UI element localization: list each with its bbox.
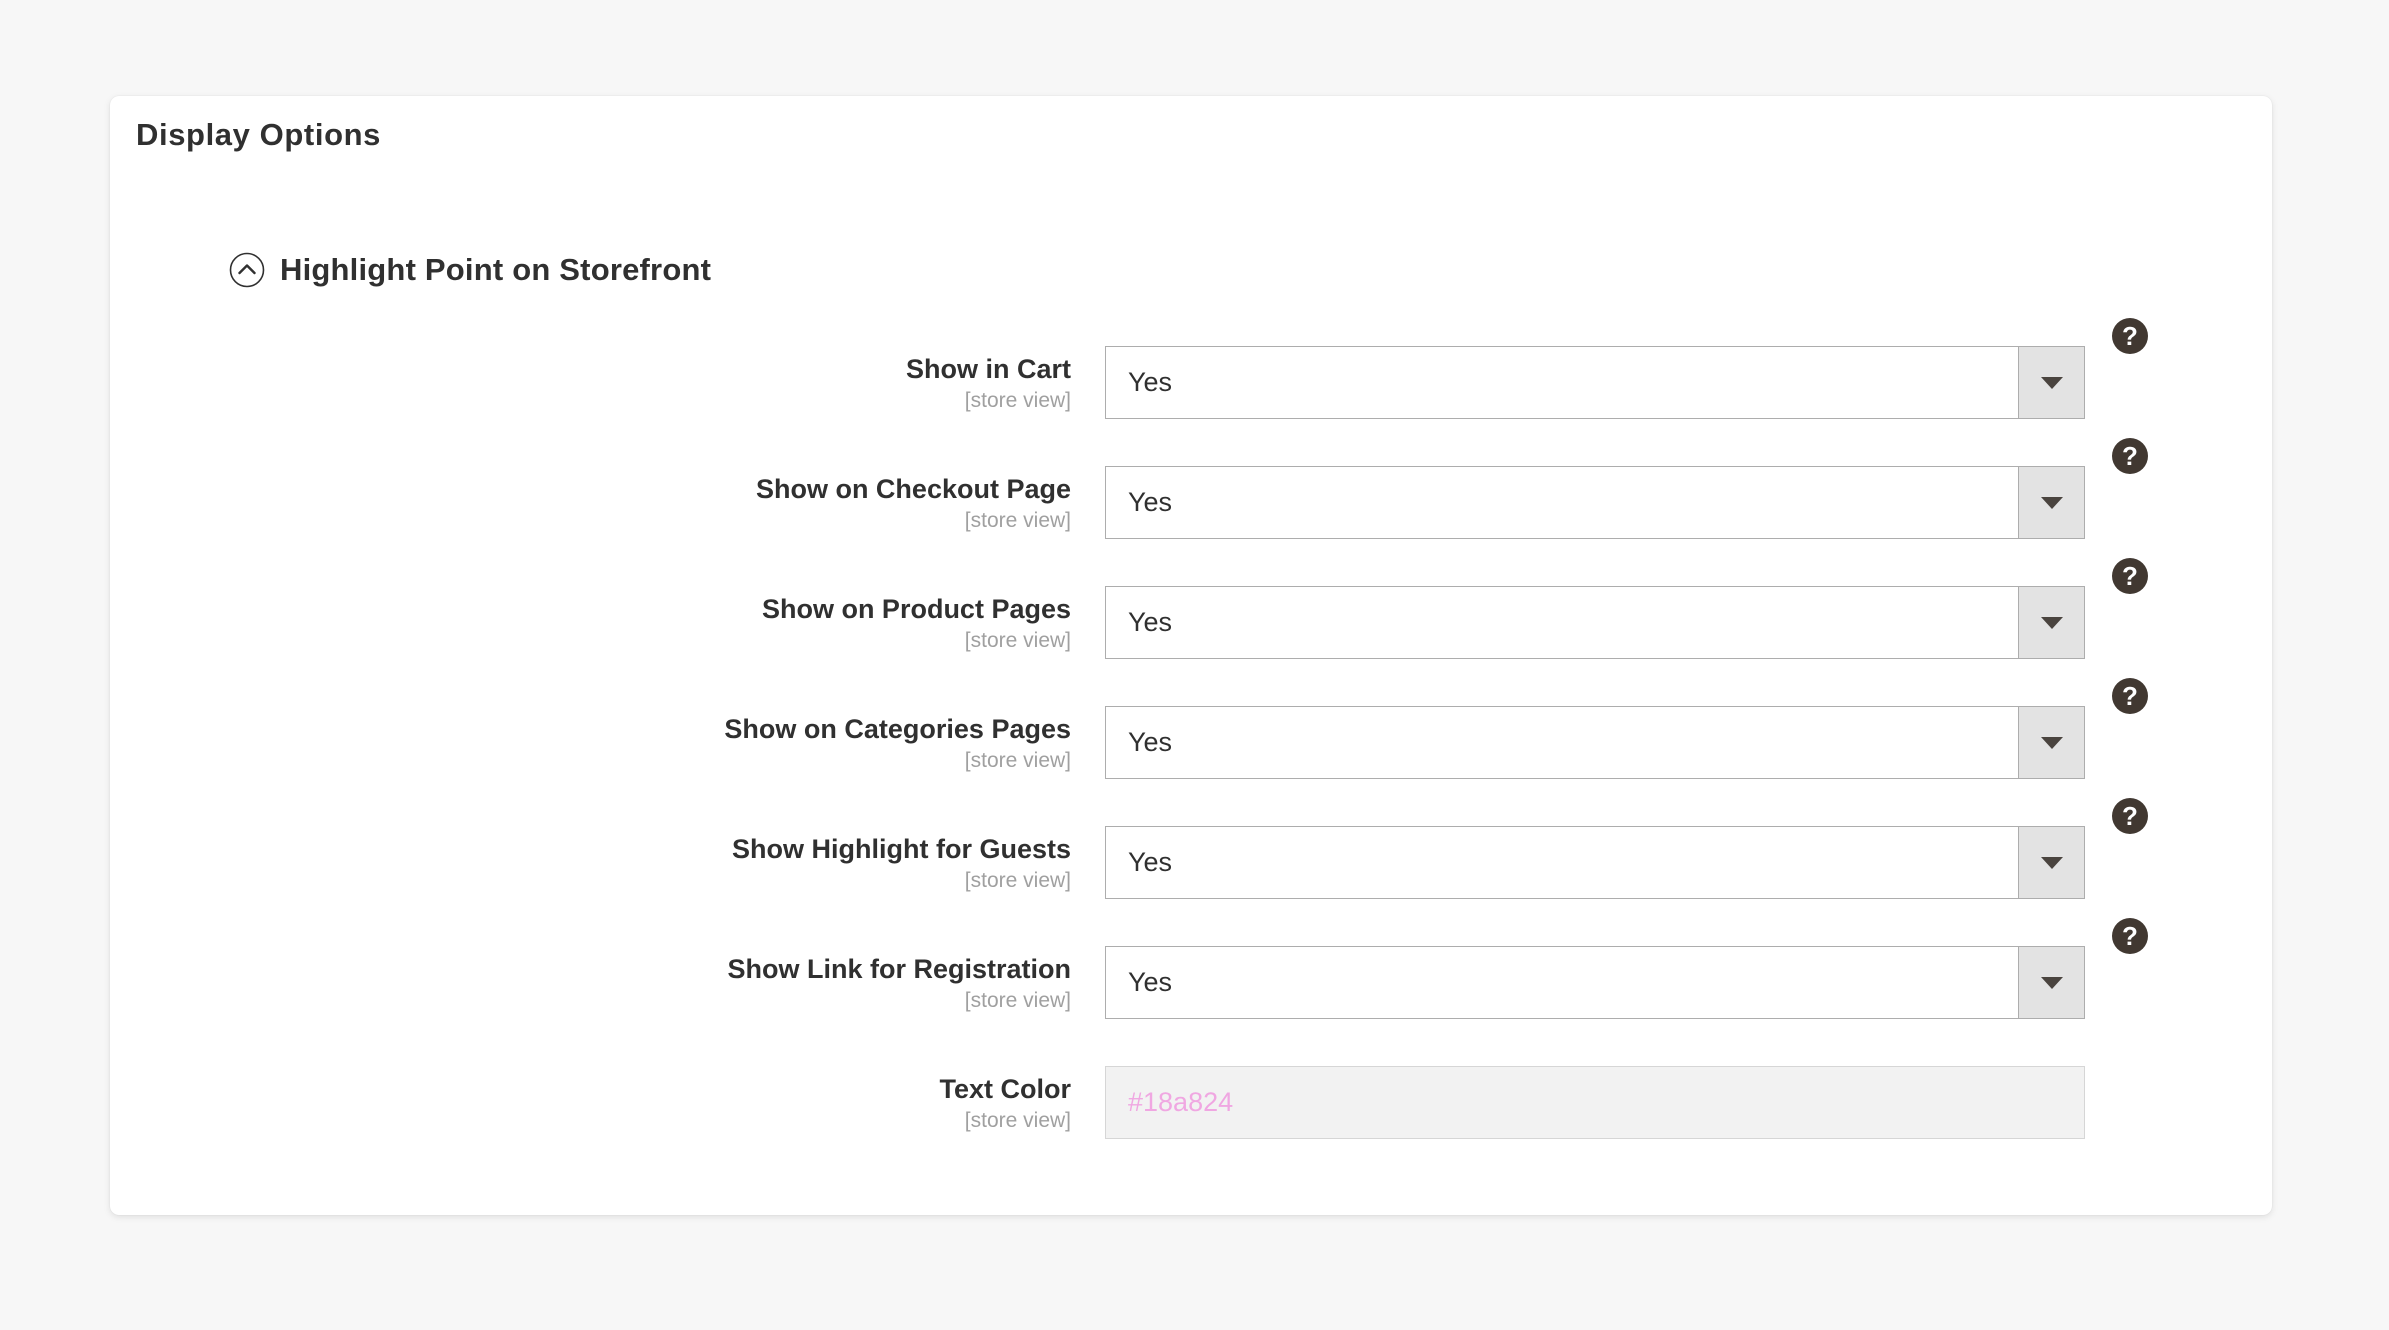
field-label-show-link-for-registration: Show Link for Registration [store view] — [510, 946, 1071, 1013]
config-page: Display Options Highlight Point on Store… — [0, 0, 2389, 1330]
field-scope-text: [store view] — [964, 749, 1071, 773]
select-show-in-cart[interactable]: Yes — [1105, 346, 2085, 419]
field-label-show-on-categories-pages: Show on Categories Pages [store view] — [510, 706, 1071, 773]
select-value: Yes — [1128, 607, 1173, 637]
field-label-show-highlight-for-guests: Show Highlight for Guests [store view] — [510, 826, 1071, 893]
field-label-text: Show Highlight for Guests — [732, 834, 1071, 864]
field-label-text: Show on Product Pages — [761, 594, 1071, 624]
caret-glyph — [2040, 616, 2063, 629]
field-scope-text: [store view] — [964, 509, 1071, 533]
chevron-up-circle-icon[interactable] — [228, 251, 266, 289]
help-icon-glyph: ? — [2122, 320, 2138, 351]
select-show-on-categories-pages[interactable]: Yes — [1105, 706, 2085, 779]
field-row-show-on-categories-pages: ? Show on Categories Pages [store view] … — [110, 678, 2272, 785]
field-label-text: Text Color — [939, 1074, 1071, 1104]
field-control-show-on-checkout-page: Yes — [1105, 466, 2085, 539]
field-control-show-link-for-registration: Yes — [1105, 946, 2085, 1019]
help-icon-show-on-product-pages[interactable]: ? — [2112, 558, 2148, 594]
field-label-text: Show Link for Registration — [727, 954, 1071, 984]
help-icon-show-on-checkout-page[interactable]: ? — [2112, 438, 2148, 474]
field-label-text: Show on Checkout Page — [755, 474, 1071, 504]
chevron-down-icon[interactable] — [2018, 347, 2084, 418]
select-value: Yes — [1128, 727, 1173, 757]
select-show-on-checkout-page[interactable]: Yes — [1105, 466, 2085, 539]
field-label-text: Show in Cart — [905, 354, 1071, 384]
chevron-down-icon[interactable] — [2018, 467, 2084, 538]
help-icon-glyph: ? — [2122, 440, 2138, 471]
field-scope-text: [store view] — [964, 869, 1071, 893]
chevron-down-icon[interactable] — [2018, 827, 2084, 898]
select-show-highlight-for-guests[interactable]: Yes — [1105, 826, 2085, 899]
display-options-card: Display Options Highlight Point on Store… — [110, 96, 2272, 1215]
help-icon-glyph: ? — [2122, 920, 2138, 951]
field-control-show-in-cart: Yes — [1105, 346, 2085, 419]
text-color-input[interactable] — [1105, 1066, 2085, 1139]
page-title: Display Options — [136, 117, 381, 152]
caret-glyph — [2040, 376, 2063, 389]
field-scope-text: [store view] — [964, 989, 1071, 1013]
help-icon-show-on-categories-pages[interactable]: ? — [2112, 678, 2148, 714]
fields-list: ? Show in Cart [store view] Yes ? Show o… — [110, 318, 2272, 1145]
field-row-show-link-for-registration: ? Show Link for Registration [store view… — [110, 918, 2272, 1025]
select-value: Yes — [1128, 847, 1173, 877]
select-show-on-product-pages[interactable]: Yes — [1105, 586, 2085, 659]
field-scope-text: [store view] — [964, 389, 1071, 413]
section-title: Highlight Point on Storefront — [280, 252, 712, 287]
field-label-show-in-cart: Show in Cart [store view] — [510, 346, 1071, 413]
field-label-text-color: Text Color [store view] — [510, 1066, 1071, 1133]
field-row-text-color: Text Color [store view] — [110, 1066, 2272, 1145]
help-icon-glyph: ? — [2122, 680, 2138, 711]
caret-glyph — [2040, 856, 2063, 869]
field-scope-text: [store view] — [964, 1109, 1071, 1133]
section-header-highlight-point[interactable]: Highlight Point on Storefront — [228, 251, 711, 289]
field-label-text: Show on Categories Pages — [724, 714, 1071, 744]
field-scope-text: [store view] — [964, 629, 1071, 653]
field-control-show-highlight-for-guests: Yes — [1105, 826, 2085, 899]
caret-glyph — [2040, 496, 2063, 509]
chevron-down-icon[interactable] — [2018, 707, 2084, 778]
select-show-link-for-registration[interactable]: Yes — [1105, 946, 2085, 1019]
caret-glyph — [2040, 976, 2063, 989]
select-value: Yes — [1128, 487, 1173, 517]
field-row-show-highlight-for-guests: ? Show Highlight for Guests [store view]… — [110, 798, 2272, 905]
field-control-show-on-product-pages: Yes — [1105, 586, 2085, 659]
field-control-show-on-categories-pages: Yes — [1105, 706, 2085, 779]
help-icon-show-highlight-for-guests[interactable]: ? — [2112, 798, 2148, 834]
chevron-down-icon[interactable] — [2018, 587, 2084, 658]
field-row-show-on-checkout-page: ? Show on Checkout Page [store view] Yes — [110, 438, 2272, 545]
help-icon-show-link-for-registration[interactable]: ? — [2112, 918, 2148, 954]
field-label-show-on-product-pages: Show on Product Pages [store view] — [510, 586, 1071, 653]
select-value: Yes — [1128, 367, 1173, 397]
field-row-show-on-product-pages: ? Show on Product Pages [store view] Yes — [110, 558, 2272, 665]
caret-glyph — [2040, 736, 2063, 749]
help-icon-glyph: ? — [2122, 560, 2138, 591]
field-label-show-on-checkout-page: Show on Checkout Page [store view] — [510, 466, 1071, 533]
help-icon-show-in-cart[interactable]: ? — [2112, 318, 2148, 354]
field-control-text-color — [1105, 1066, 2085, 1139]
select-value: Yes — [1128, 967, 1173, 997]
field-row-show-in-cart: ? Show in Cart [store view] Yes — [110, 318, 2272, 425]
help-icon-glyph: ? — [2122, 800, 2138, 831]
chevron-down-icon[interactable] — [2018, 947, 2084, 1018]
